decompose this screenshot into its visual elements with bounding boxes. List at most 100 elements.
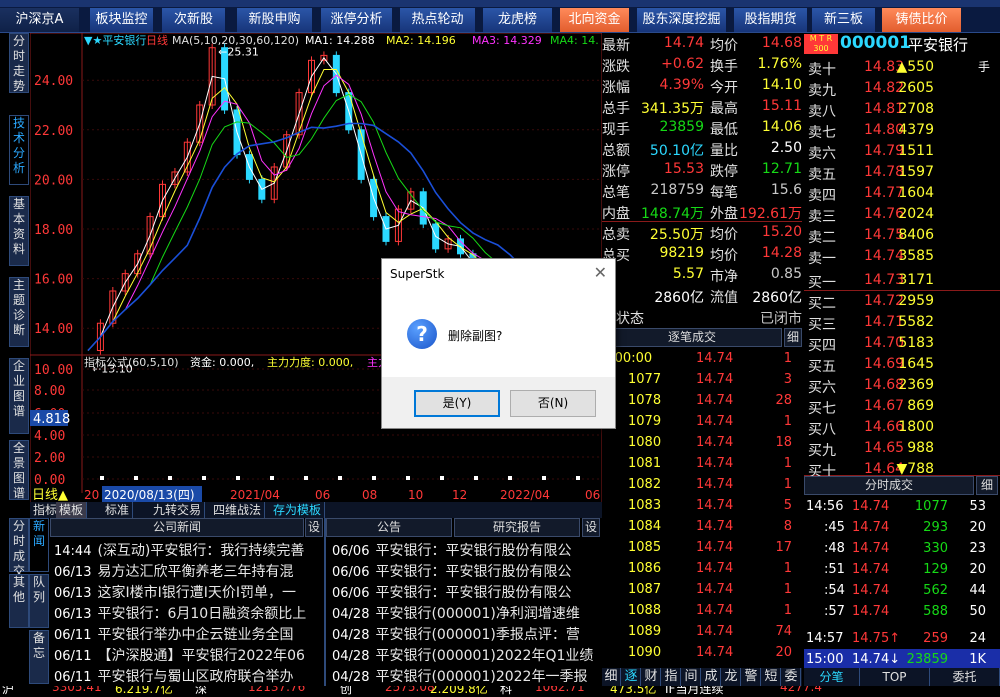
close-icon[interactable]: ✕ [594,263,607,282]
nav-item-6[interactable]: 龙虎榜 [483,8,553,32]
side-tab-memo[interactable]: 备忘 [29,630,49,684]
ask-row[interactable]: 卖三 14.76 2024 [804,204,1000,225]
bid-row[interactable]: 买八 14.66 1800 [804,417,1000,438]
chart-tab-4[interactable]: 四维战法 [210,502,266,518]
quote-value: 14.06 [761,119,802,135]
indicator-dot [168,476,172,480]
announcement-item[interactable]: 04/28 平安银行(000001)季报点评：营 [332,624,600,645]
ask-row[interactable]: 卖五 14.78 1597 [804,162,1000,183]
side-tab-other[interactable]: 其他 [9,574,29,628]
chart-tab-1[interactable]: 模板 [56,502,88,518]
news-date: 14:44 [54,544,92,559]
trades-tab-4[interactable]: 间 [682,668,701,686]
nav-item-0[interactable]: 沪深京A [0,8,80,32]
quote-value: 341.35万 [641,101,704,117]
bid-row[interactable]: 买六 14.68 2369 [804,375,1000,396]
nav-item-5[interactable]: 热点轮动 [400,8,476,32]
side-tab-news[interactable]: 新闻 [29,518,49,572]
nav-item-7[interactable]: 北向资金 [560,8,630,32]
ticks-tab-2[interactable]: 委托 [930,668,1000,686]
bid-row[interactable]: 买五 14.69 1645 [804,354,1000,375]
announcement-item[interactable]: 06/06 平安银行：平安银行股份有限公 [332,561,600,582]
announcement-item[interactable]: 04/28 平安银行(000001)2022年一季报 [332,666,600,687]
news-title: (深互动)平安银行：我行持续完善 [97,543,305,559]
news-tab-2[interactable]: 公告 [326,518,452,537]
ask-row[interactable]: 卖六 14.79 1511 [804,141,1000,162]
nav-item-10[interactable]: 新三板 [812,8,876,32]
company-news-item[interactable]: 06/13 平安银行：6月10日融资余额比上 [54,603,322,624]
company-news-item[interactable]: 06/11 【沪深股通】平安银行2022年06 [54,645,322,666]
company-news-item[interactable]: 06/11 平安银行举办中企云链业务全国 [54,624,322,645]
bid-row[interactable]: 买三 14.71 5582 [804,312,1000,333]
book-qty: 1597 [898,164,934,180]
news-date: 06/06 [332,565,370,580]
nav-item-1[interactable]: 板块监控 [90,8,154,32]
side-tab-2[interactable]: 基本资料 [9,196,29,266]
ask-row[interactable]: 卖九 14.82 2605 [804,78,1000,99]
side-tab-4[interactable]: 企业图谱 [9,358,29,434]
no-button[interactable]: 否(N) [510,390,596,417]
ask-row[interactable]: 卖二 14.75 8406 [804,225,1000,246]
ticks-tab-0[interactable]: 分笔 [804,668,860,686]
ask-row[interactable]: 卖八 14.81 2708 [804,99,1000,120]
announcement-item[interactable]: 04/28 平安银行(000001)净利润增速维 [332,603,600,624]
chart-tab-2[interactable]: 标准 [102,502,134,518]
side-tab-3[interactable]: 主题诊断 [9,277,29,347]
news-tab-1[interactable]: 设 [305,518,323,537]
ask-row[interactable]: 卖十 14.83 ▲550 [804,57,1000,78]
nav-item-8[interactable]: 股东深度挖掘 [637,8,727,32]
news-tab-4[interactable]: 设 [582,518,600,537]
trades-tab-8[interactable]: 短 [762,668,781,686]
trades-tab-0[interactable]: 细 [602,668,621,686]
nav-item-11[interactable]: 铸债比价 [882,8,962,32]
side-tab-queue[interactable]: 队列 [29,574,49,628]
ticks-detail-button[interactable]: 细 [976,476,998,495]
trades-tab-3[interactable]: 指 [662,668,681,686]
company-news-item[interactable]: 06/11 平安银行与蜀山区政府联合举办 [54,666,322,687]
chart-tab-3[interactable]: 九转交易 [150,502,206,518]
ask-row[interactable]: 卖一 14.74 3585 [804,246,1000,267]
yes-button[interactable]: 是(Y) [414,390,500,417]
nav-item-9[interactable]: 股指期货 [734,8,808,32]
announcement-item[interactable]: 06/06 平安银行：平安银行股份有限公 [332,540,600,561]
trades-tab-5[interactable]: 成 [702,668,721,686]
book-level-label: 卖四 [808,188,836,204]
y-tick-label: 20.00 [34,173,73,188]
ask-row[interactable]: 卖七 14.80 4379 [804,120,1000,141]
trades-tab-9[interactable]: 委 [782,668,801,686]
trade-qty: 3 [783,372,792,387]
company-news-item[interactable]: 06/13 易方达汇欣平衡养老三年持有混 [54,561,322,582]
bid-row[interactable]: 买一 14.73 3171 [804,270,1000,291]
trades-tab-7[interactable]: 警 [742,668,761,686]
trades-detail-button[interactable]: 细 [784,328,802,347]
trade-qty: 28 [775,393,792,408]
sub-y-tick: 10.00 [34,363,73,378]
trades-tab-2[interactable]: 财 [642,668,661,686]
bid-row[interactable]: 买九 14.65 988 [804,438,1000,459]
ask-row[interactable]: 卖四 14.77 1604 [804,183,1000,204]
nav-item-4[interactable]: 涨停分析 [321,8,393,32]
trade-id: 1087 [628,582,662,597]
bid-row[interactable]: 买七 14.67 869 [804,396,1000,417]
news-tab-3[interactable]: 研究报告 [454,518,580,537]
status-item: 473.5亿 [610,686,657,696]
announcement-item[interactable]: 06/06 平安银行：平安银行股份有限公 [332,582,600,603]
side-tab-trades[interactable]: 分时成交 [9,518,29,578]
company-news-item[interactable]: 14:44 (深互动)平安银行：我行持续完善 [54,540,322,561]
bid-row[interactable]: 买四 14.70 5183 [804,333,1000,354]
chart-tab-5[interactable]: 存为模板 [270,502,326,518]
side-tab-5[interactable]: 全景图谱 [9,440,29,500]
side-tab-1[interactable]: 技术分析 [9,115,29,185]
bid-row[interactable]: 买二 14.72 2959 [804,291,1000,312]
nav-item-3[interactable]: 新股申购 [237,8,313,32]
ticks-tab-1[interactable]: TOP [860,668,930,686]
news-tab-0[interactable]: 公司新闻 [50,518,304,537]
trade-id: 1090 [628,645,662,660]
side-tab-0[interactable]: 分时走势 [9,33,29,93]
trades-tab-6[interactable]: 龙 [722,668,741,686]
news-divider [324,518,326,686]
announcement-item[interactable]: 04/28 平安银行(000001)2022年Q1业绩 [332,645,600,666]
company-news-item[interactable]: 06/13 这家I楼市I银行遭I天价I罚单，一 [54,582,322,603]
nav-item-2[interactable]: 次新股 [162,8,226,32]
trades-tab-1[interactable]: 逐 [622,668,641,686]
